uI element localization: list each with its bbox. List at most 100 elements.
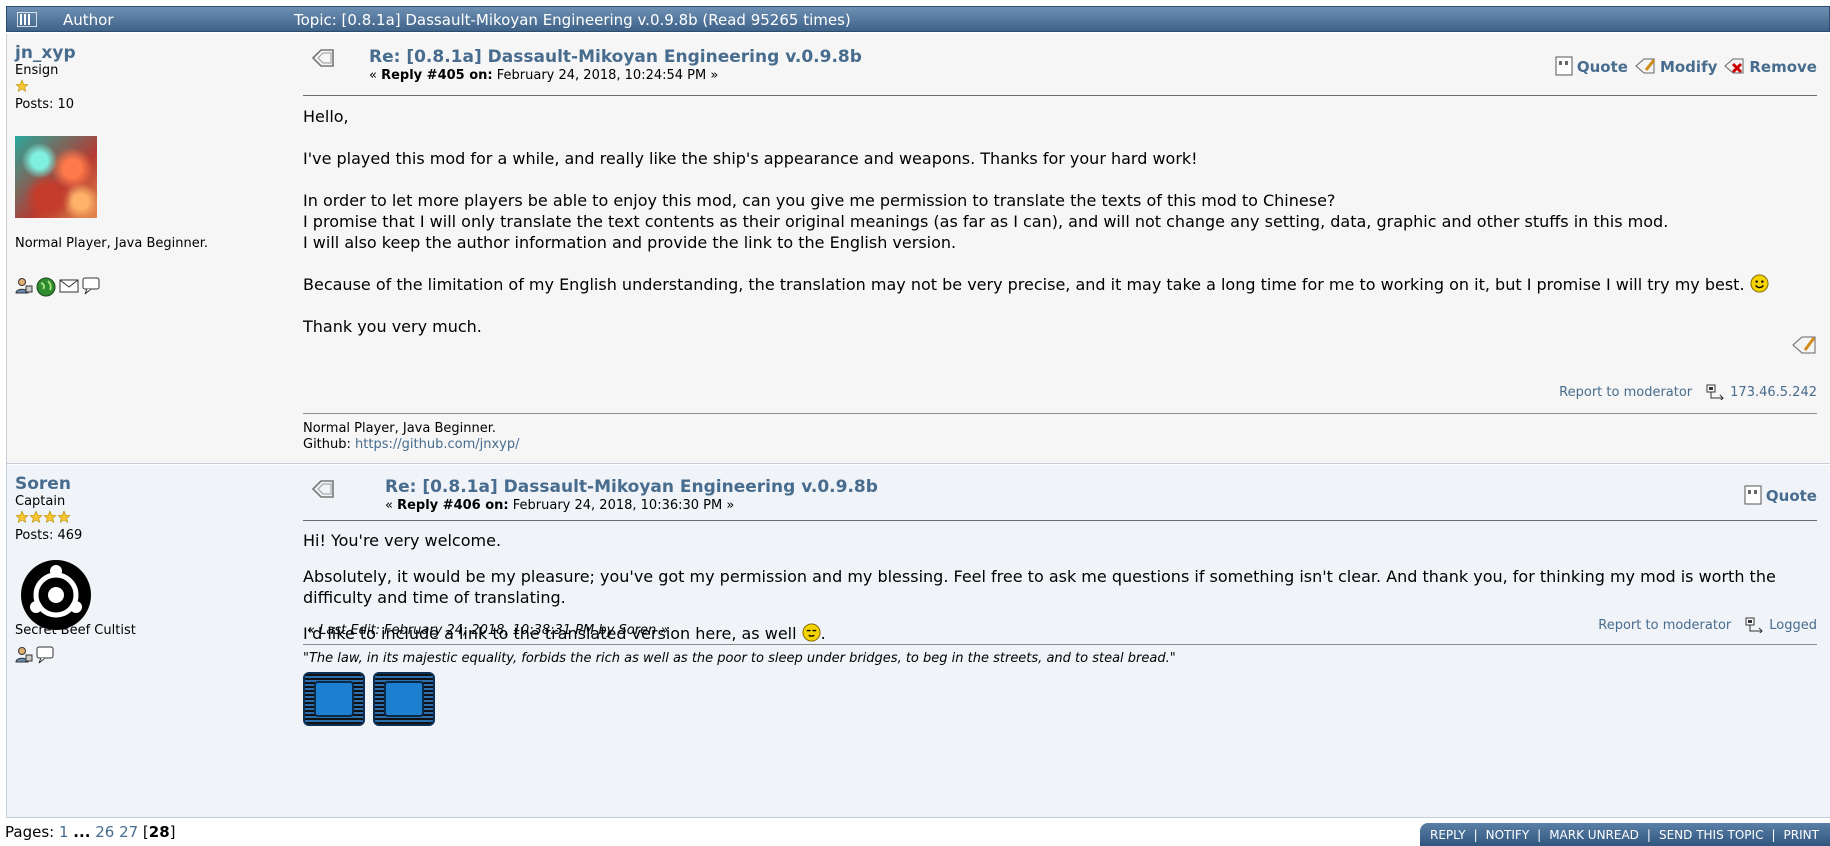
avatar	[15, 136, 97, 218]
post: jn_xyp Ensign Posts: 10 Normal Player, J…	[7, 34, 1830, 464]
pagination: Pages: 1 ... 26 27 [28]	[5, 823, 176, 841]
report-to-moderator-link[interactable]: Report to moderator	[1598, 618, 1731, 633]
post-content: Re: [0.8.1a] Dassault-Mikoyan Engineerin…	[303, 34, 1817, 464]
remove-button[interactable]: Remove	[1723, 56, 1817, 76]
signature-divider	[303, 644, 1817, 645]
username-link[interactable]: jn_xyp	[15, 43, 285, 63]
post-divider	[303, 520, 1817, 521]
personal-message-icon[interactable]	[82, 277, 100, 295]
personal-text: Secret Beef Cultist	[15, 623, 136, 638]
post-count: Posts: 10	[15, 97, 75, 112]
star-icon	[29, 510, 43, 523]
page-link-27[interactable]: 27	[119, 823, 138, 841]
body-paragraph: I promise that I will only translate the…	[303, 212, 1669, 231]
topic-title: Topic: [0.8.1a] Dassault-Mikoyan Enginee…	[294, 11, 851, 29]
body-paragraph: Absolutely, it would be my pleasure; you…	[303, 567, 1776, 607]
body-paragraph: Hi! You're very welcome.	[303, 531, 502, 550]
page-link-26[interactable]: 26	[95, 823, 114, 841]
signature-line: Github: https://github.com/jnxyp/	[303, 437, 520, 452]
avatar	[21, 560, 91, 630]
modify-icon	[1635, 58, 1656, 74]
send-topic-button[interactable]: SEND THIS TOPIC	[1659, 828, 1763, 842]
body-paragraph: I will also keep the author information …	[303, 233, 957, 252]
post-subject-link[interactable]: Re: [0.8.1a] Dassault-Mikoyan Engineerin…	[385, 477, 878, 497]
poster-info: Soren Captain Posts: 469 Secret Beef Cul…	[15, 474, 285, 774]
signature: Normal Player, Java Beginner. Github: ht…	[303, 421, 519, 453]
website-globe-icon[interactable]	[36, 277, 56, 297]
star-icon	[43, 510, 57, 523]
mark-unread-button[interactable]: MARK UNREAD	[1549, 828, 1639, 842]
profile-icon[interactable]	[15, 277, 33, 295]
reply-number: Reply #406 on:	[397, 498, 509, 513]
body-paragraph: I've played this mod for a while, and re…	[303, 149, 1198, 168]
github-link[interactable]: https://github.com/jnxyp/	[355, 437, 519, 452]
post: Soren Captain Posts: 469 Secret Beef Cul…	[7, 465, 1830, 818]
topic-button-bar: REPLY | NOTIFY | MARK UNREAD | SEND THIS TO…	[1420, 823, 1830, 846]
pages-label: Pages:	[5, 823, 55, 841]
quote-icon	[1555, 56, 1573, 76]
posts-container: jn_xyp Ensign Posts: 10 Normal Player, J…	[6, 34, 1830, 818]
reply-date: February 24, 2018, 10:24:54 PM	[496, 68, 707, 83]
print-button[interactable]: PRINT	[1784, 828, 1819, 842]
author-column-label: Author	[63, 11, 114, 29]
signature-line: Normal Player, Java Beginner.	[303, 421, 497, 436]
post-footer: Report to moderator 173.46.5.242	[1559, 384, 1817, 400]
reply-info: « Reply #406 on: February 24, 2018, 10:3…	[385, 498, 735, 513]
body-paragraph: Thank you very much.	[303, 317, 482, 336]
quote-button[interactable]: Quote	[1744, 485, 1817, 505]
post-actions: Quote Modify Remove	[1555, 56, 1817, 76]
quote-button[interactable]: Quote	[1555, 56, 1628, 76]
rank-stars	[15, 510, 285, 526]
star-icon	[57, 510, 71, 523]
post-subject-link[interactable]: Re: [0.8.1a] Dassault-Mikoyan Engineerin…	[369, 47, 862, 67]
faction-badge-icon	[303, 672, 365, 726]
body-paragraph: Because of the limitation of my English …	[303, 274, 1817, 295]
poster-info: jn_xyp Ensign Posts: 10 Normal Player, J…	[15, 43, 285, 343]
quote-icon	[1744, 485, 1762, 505]
member-rank: Captain	[15, 494, 66, 509]
rank-stars	[15, 79, 285, 95]
inline-modify-icon[interactable]	[1791, 334, 1817, 356]
signature-badges	[303, 672, 435, 726]
reply-date: February 24, 2018, 10:36:30 PM	[512, 498, 723, 513]
post-count: Posts: 469	[15, 528, 83, 543]
flag-badge-icon	[373, 672, 435, 726]
reply-info: « Reply #405 on: February 24, 2018, 10:2…	[369, 68, 719, 83]
member-rank: Ensign	[15, 63, 59, 78]
email-icon[interactable]	[59, 277, 79, 295]
reply-button[interactable]: REPLY	[1430, 828, 1466, 842]
post-subject-icon	[311, 480, 334, 498]
modify-button[interactable]: Modify	[1634, 56, 1717, 76]
post-footer: Report to moderator Logged	[1598, 617, 1817, 633]
post-body: Hello, I've played this mod for a while,…	[303, 106, 1817, 337]
profile-icon[interactable]	[15, 646, 33, 664]
last-edit-info: « Last Edit: February 24, 2018, 10:38:31…	[307, 623, 669, 638]
post-actions: Quote	[1744, 485, 1817, 505]
notify-button[interactable]: NOTIFY	[1486, 828, 1530, 842]
star-icon	[15, 510, 29, 523]
ip-info: 173.46.5.242	[1706, 384, 1817, 400]
pagination-ellipsis: ...	[73, 823, 91, 841]
body-paragraph: In order to let more players be able to …	[303, 191, 1336, 210]
personal-text: Normal Player, Java Beginner.	[15, 236, 209, 251]
topic-header: Author Topic: [0.8.1a] Dassault-Mikoyan …	[6, 6, 1830, 32]
logged-link[interactable]: Logged	[1769, 618, 1817, 633]
personal-message-icon[interactable]	[36, 646, 54, 664]
topic-list-icon	[17, 12, 37, 27]
ip-address-link[interactable]: 173.46.5.242	[1730, 385, 1817, 400]
logged-info: Logged	[1745, 617, 1817, 633]
signature-divider	[303, 413, 1817, 414]
remove-icon	[1724, 58, 1744, 74]
current-page: 28	[148, 823, 170, 841]
ip-icon	[1745, 617, 1763, 633]
star-icon	[15, 79, 29, 92]
body-paragraph: Hello,	[303, 107, 349, 126]
page-link-1[interactable]: 1	[59, 823, 69, 841]
signature-quote: "The law, in its majestic equality, forb…	[303, 651, 1176, 666]
username-link[interactable]: Soren	[15, 474, 285, 494]
post-subject-icon	[311, 49, 334, 67]
wink-smiley-icon	[802, 623, 821, 642]
report-to-moderator-link[interactable]: Report to moderator	[1559, 385, 1692, 400]
poster-icons	[15, 646, 54, 664]
poster-icons	[15, 277, 100, 297]
